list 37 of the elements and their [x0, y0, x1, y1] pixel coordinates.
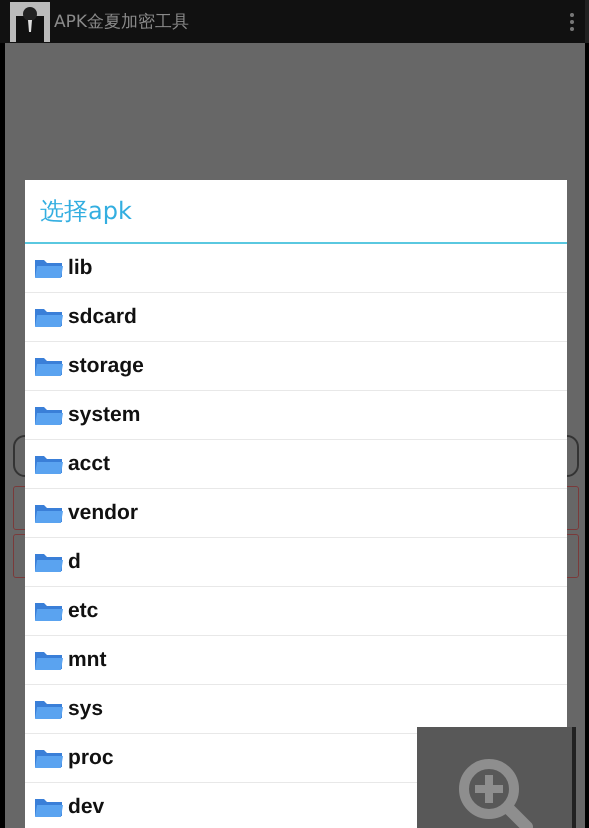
folder-icon — [34, 600, 64, 622]
folder-name: acct — [68, 452, 110, 476]
folder-name: d — [68, 550, 81, 574]
folder-row[interactable]: storage — [25, 342, 567, 391]
folder-name: mnt — [68, 648, 106, 672]
folder-row[interactable]: d — [25, 538, 567, 587]
folder-icon — [34, 257, 64, 279]
overflow-menu-icon[interactable] — [569, 12, 575, 32]
folder-icon — [34, 796, 64, 818]
folder-name: etc — [68, 599, 98, 623]
folder-name: vendor — [68, 501, 138, 525]
folder-row[interactable]: vendor — [25, 489, 567, 538]
folder-icon — [34, 404, 64, 426]
folder-icon — [34, 502, 64, 524]
dialog-title: 选择apk — [40, 196, 132, 227]
folder-row[interactable]: system — [25, 391, 567, 440]
app-title: APK金夏加密工具 — [54, 11, 190, 33]
folder-row[interactable]: acct — [25, 440, 567, 489]
folder-icon — [34, 355, 64, 377]
folder-row[interactable]: lib — [25, 244, 567, 293]
folder-icon — [34, 747, 64, 769]
folder-name: system — [68, 403, 140, 427]
folder-icon — [34, 698, 64, 720]
folder-name: dev — [68, 795, 104, 819]
folder-icon — [34, 649, 64, 671]
folder-icon — [34, 551, 64, 573]
folder-name: proc — [68, 746, 114, 770]
folder-icon — [34, 306, 64, 328]
folder-name: sys — [68, 697, 104, 721]
folder-row[interactable]: etc — [25, 587, 567, 636]
folder-name: lib — [68, 256, 92, 280]
folder-icon — [34, 453, 64, 475]
folder-name: sdcard — [68, 305, 137, 329]
folder-row[interactable]: sdcard — [25, 293, 567, 342]
zoom-overlay[interactable] — [417, 727, 576, 828]
folder-name: storage — [68, 354, 144, 378]
folder-row[interactable]: mnt — [25, 636, 567, 685]
